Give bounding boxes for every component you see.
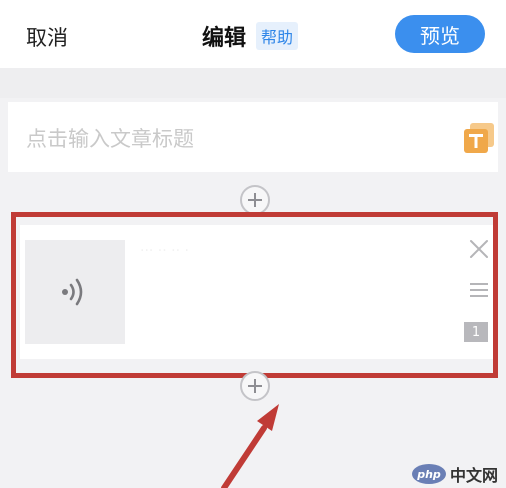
watermark-text: 中文网 [450, 466, 499, 485]
red-arrow-annotation [221, 404, 279, 488]
watermark-logo: php [412, 464, 446, 484]
site-watermark: php 中文网 [412, 462, 502, 486]
